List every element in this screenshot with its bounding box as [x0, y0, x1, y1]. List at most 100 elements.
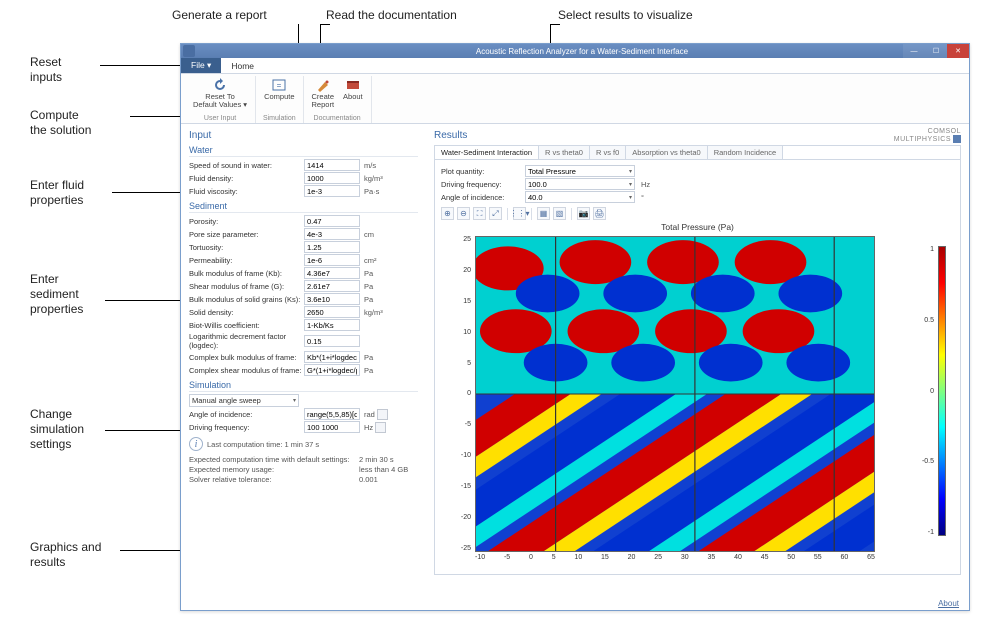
app-window: Acoustic Reflection Analyzer for a Water… — [180, 43, 970, 611]
field-input[interactable] — [304, 408, 360, 420]
result-tab[interactable]: Absorption vs theta0 — [626, 146, 707, 159]
field-input[interactable] — [304, 172, 360, 184]
annotation-selectviz: Select results to visualize — [558, 8, 693, 23]
field-unit: cm² — [364, 256, 377, 265]
field-unit: Pa — [364, 269, 373, 278]
field-label: Bulk modulus of solid grains (Ks): — [189, 295, 304, 304]
window-title: Acoustic Reflection Analyzer for a Water… — [195, 47, 969, 56]
compute-icon: = — [271, 78, 287, 92]
field-input[interactable] — [304, 228, 360, 240]
compute-button[interactable]: = Compute — [260, 76, 298, 115]
meta-value: 0.001 — [359, 475, 378, 484]
field-input[interactable] — [304, 306, 360, 318]
field-label: Pore size parameter: — [189, 230, 304, 239]
grid-2d-icon[interactable]: ▦ — [537, 207, 550, 220]
field-action-button[interactable] — [377, 409, 388, 420]
menu-home[interactable]: Home — [221, 58, 264, 73]
field-input[interactable] — [304, 267, 360, 279]
chart-canvas[interactable] — [475, 236, 875, 552]
field-row: Bulk modulus of frame (Kb):Pa — [189, 267, 418, 279]
sediment-header: Sediment — [189, 201, 418, 213]
field-unit: Pa — [364, 353, 373, 362]
field-input[interactable] — [304, 215, 360, 227]
field-unit: Pa — [364, 366, 373, 375]
field-unit: Pa — [364, 295, 373, 304]
reset-button[interactable]: Reset To Default Values ▾ — [189, 76, 251, 115]
field-input[interactable] — [304, 185, 360, 197]
annotation-report: Generate a report — [172, 8, 267, 23]
x-axis: -10-505101520253035404550556065 — [475, 554, 875, 561]
control-select[interactable]: Total Pressure — [525, 165, 635, 177]
footer-about-link[interactable]: About — [938, 599, 959, 608]
result-tab[interactable]: Water-Sediment Interaction — [435, 146, 539, 159]
results-title: Results — [434, 130, 961, 141]
zoom-out-icon[interactable]: ⊖ — [457, 207, 470, 220]
result-tab[interactable]: R vs f0 — [590, 146, 626, 159]
field-row: Pore size parameter:cm — [189, 228, 418, 240]
menu-file[interactable]: File ▾ — [181, 58, 221, 73]
field-row: Driving frequency: Hz — [189, 421, 418, 433]
axes-icon[interactable]: ⋮⋮▾ — [513, 207, 526, 220]
result-tab[interactable]: R vs theta0 — [539, 146, 590, 159]
about-button[interactable]: About — [339, 76, 367, 115]
field-row: Tortuosity: — [189, 241, 418, 253]
simulation-header: Simulation — [189, 380, 418, 392]
control-label: Plot quantity: — [441, 167, 519, 176]
annotation-sediment: Enter sediment properties — [30, 272, 83, 317]
field-label: Porosity: — [189, 217, 304, 226]
minimize-button[interactable]: — — [903, 44, 925, 58]
ribbon-group-label: User Input — [189, 115, 251, 123]
report-icon — [315, 78, 331, 92]
water-header: Water — [189, 145, 418, 157]
control-label: Driving frequency: — [441, 180, 519, 189]
meta-label: Expected memory usage: — [189, 465, 359, 474]
create-report-button[interactable]: Create Report — [308, 76, 339, 115]
field-input[interactable] — [304, 421, 360, 433]
field-input[interactable] — [304, 351, 360, 363]
field-input[interactable] — [304, 241, 360, 253]
field-input[interactable] — [304, 280, 360, 292]
info-icon: i — [189, 437, 203, 451]
reset-icon — [212, 78, 228, 92]
annotation-docs: Read the documentation — [326, 8, 457, 23]
field-row: Permeability:cm² — [189, 254, 418, 266]
field-label: Biot-Willis coefficient: — [189, 321, 304, 330]
zoom-in-icon[interactable]: ⊕ — [441, 207, 454, 220]
control-select[interactable]: 100.0 — [525, 178, 635, 190]
field-label: Driving frequency: — [189, 423, 304, 432]
field-input[interactable] — [304, 159, 360, 171]
zoom-box-icon[interactable]: ⛶ — [473, 207, 486, 220]
field-label: Tortuosity: — [189, 243, 304, 252]
input-title: Input — [189, 130, 418, 141]
field-row: Speed of sound in water:m/s — [189, 159, 418, 171]
field-input[interactable] — [304, 293, 360, 305]
field-input[interactable] — [304, 319, 360, 331]
field-input[interactable] — [304, 335, 360, 347]
annotation-compute: Compute the solution — [30, 108, 91, 138]
control-select[interactable]: 40.0 — [525, 191, 635, 203]
meta-value: 2 min 30 s — [359, 455, 394, 464]
input-panel: Input Water Speed of sound in water:m/sF… — [181, 124, 426, 610]
result-tab[interactable]: Random Incidence — [708, 146, 784, 159]
field-unit: Hz — [364, 423, 373, 432]
print-icon[interactable]: 🖨 — [593, 207, 606, 220]
zoom-extents-icon[interactable]: ⤢ — [489, 207, 502, 220]
annotation-sim: Change simulation settings — [30, 407, 84, 452]
colorbar-labels: 10.50-0.5-1 — [922, 246, 934, 536]
annotation-reset: Reset inputs — [30, 55, 62, 85]
field-unit: m/s — [364, 161, 376, 170]
plot-area: Total Pressure (Pa) 2520151050-5-10-15-2… — [441, 222, 954, 572]
maximize-button[interactable]: ☐ — [925, 44, 947, 58]
sim-mode-select[interactable]: Manual angle sweep — [189, 394, 299, 407]
field-label: Complex bulk modulus of frame: — [189, 353, 304, 362]
field-action-button[interactable] — [375, 422, 386, 433]
snapshot-icon[interactable]: 📷 — [577, 207, 590, 220]
close-button[interactable]: ✕ — [947, 44, 969, 58]
meta-value: less than 4 GB — [359, 465, 408, 474]
field-input[interactable] — [304, 364, 360, 376]
grid-3d-icon[interactable]: ▧ — [553, 207, 566, 220]
field-row: Bulk modulus of solid grains (Ks): Pa — [189, 293, 418, 305]
field-input[interactable] — [304, 254, 360, 266]
field-row: Biot-Willis coefficient: — [189, 319, 418, 331]
control-label: Angle of incidence: — [441, 193, 519, 202]
